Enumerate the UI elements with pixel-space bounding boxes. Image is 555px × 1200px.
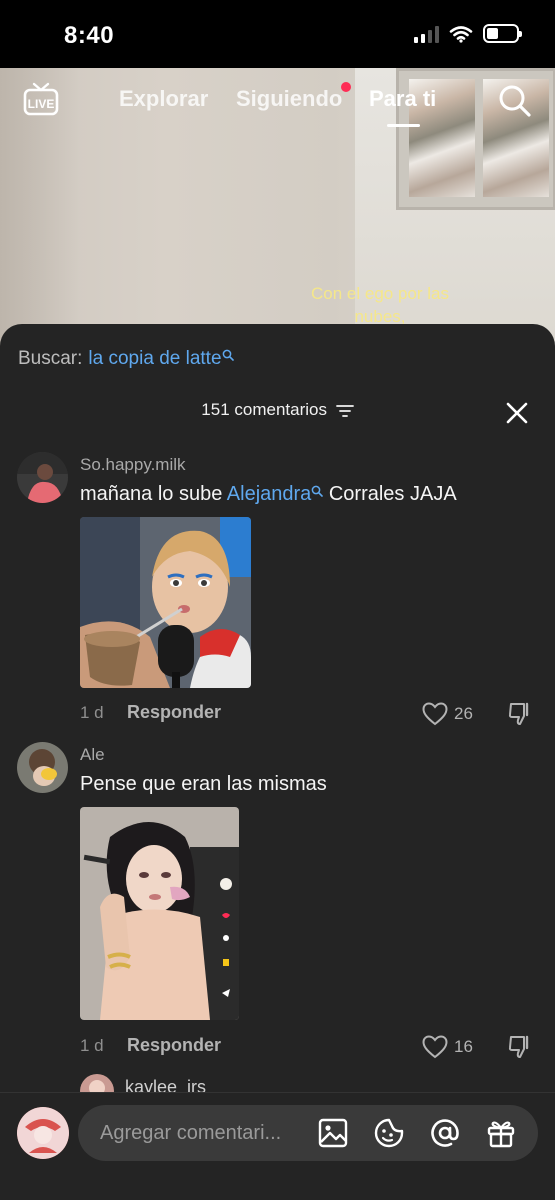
comment-text: Pense que eran las mismas	[80, 773, 327, 795]
gift-icon[interactable]	[486, 1118, 516, 1148]
comment-input[interactable]	[100, 1119, 310, 1147]
live-icon[interactable]: LIVE	[23, 82, 59, 116]
thumbs-down-icon[interactable]	[507, 1034, 533, 1060]
search-icon	[222, 349, 234, 361]
reply-button[interactable]: Responder	[127, 702, 221, 723]
comment-age: 1 d	[80, 1036, 104, 1055]
emoji-sticker-icon[interactable]	[374, 1118, 404, 1148]
wifi-icon	[449, 25, 473, 43]
search-prefix: Buscar:	[18, 348, 83, 369]
tab-siguiendo[interactable]: Siguiendo	[236, 86, 342, 112]
live-label: LIVE	[28, 97, 55, 111]
comments-header: 151 comentarios	[0, 400, 555, 420]
comment-image[interactable]	[80, 517, 251, 688]
comment-username[interactable]: So.happy.milk	[80, 455, 186, 475]
top-navigation: LIVE Explorar Siguiendo Para ti	[0, 68, 555, 138]
reply-button[interactable]: Responder	[127, 1035, 221, 1056]
heart-icon[interactable]	[422, 702, 448, 726]
comment-username[interactable]: Ale	[80, 745, 105, 765]
search-term-link[interactable]: la copia de latte	[88, 348, 221, 369]
like-count: 16	[454, 1037, 473, 1056]
thumbs-down-icon[interactable]	[507, 701, 533, 727]
mention-icon[interactable]	[430, 1118, 460, 1148]
heart-icon[interactable]	[422, 1035, 448, 1059]
search-icon	[311, 485, 324, 497]
comment-input-container	[78, 1105, 538, 1161]
notification-dot	[341, 82, 351, 92]
close-icon[interactable]	[504, 400, 530, 426]
comment-age: 1 d	[80, 703, 104, 722]
battery-icon	[483, 24, 522, 43]
avatar[interactable]	[17, 742, 68, 793]
comments-sheet: Buscar: la copia de latte 151 comentarios…	[0, 324, 555, 1200]
comment-image[interactable]	[80, 807, 239, 1020]
search-suggestion[interactable]: Buscar: la copia de latte	[18, 348, 234, 370]
image-icon[interactable]	[318, 1118, 348, 1148]
my-avatar[interactable]	[17, 1107, 69, 1159]
tab-explorar[interactable]: Explorar	[119, 86, 208, 112]
video-caption: Con el ego por las nubes,	[311, 284, 449, 326]
comment-count: 151 comentarios	[201, 400, 327, 419]
filter-icon[interactable]	[335, 404, 354, 418]
mention-link[interactable]: Alejandra	[227, 483, 312, 505]
status-bar: 8:40	[0, 0, 555, 68]
avatar[interactable]	[17, 452, 68, 503]
like-count: 26	[454, 704, 473, 723]
status-icons	[414, 24, 522, 43]
tab-para-ti[interactable]: Para ti	[369, 86, 436, 112]
active-tab-indicator	[387, 124, 420, 127]
comment-text: mañana lo sube Alejandra Corrales JAJA	[80, 483, 457, 505]
search-icon[interactable]	[498, 84, 532, 118]
status-time: 8:40	[64, 22, 115, 49]
cellular-signal-icon	[414, 25, 439, 43]
comment-composer	[0, 1092, 555, 1200]
